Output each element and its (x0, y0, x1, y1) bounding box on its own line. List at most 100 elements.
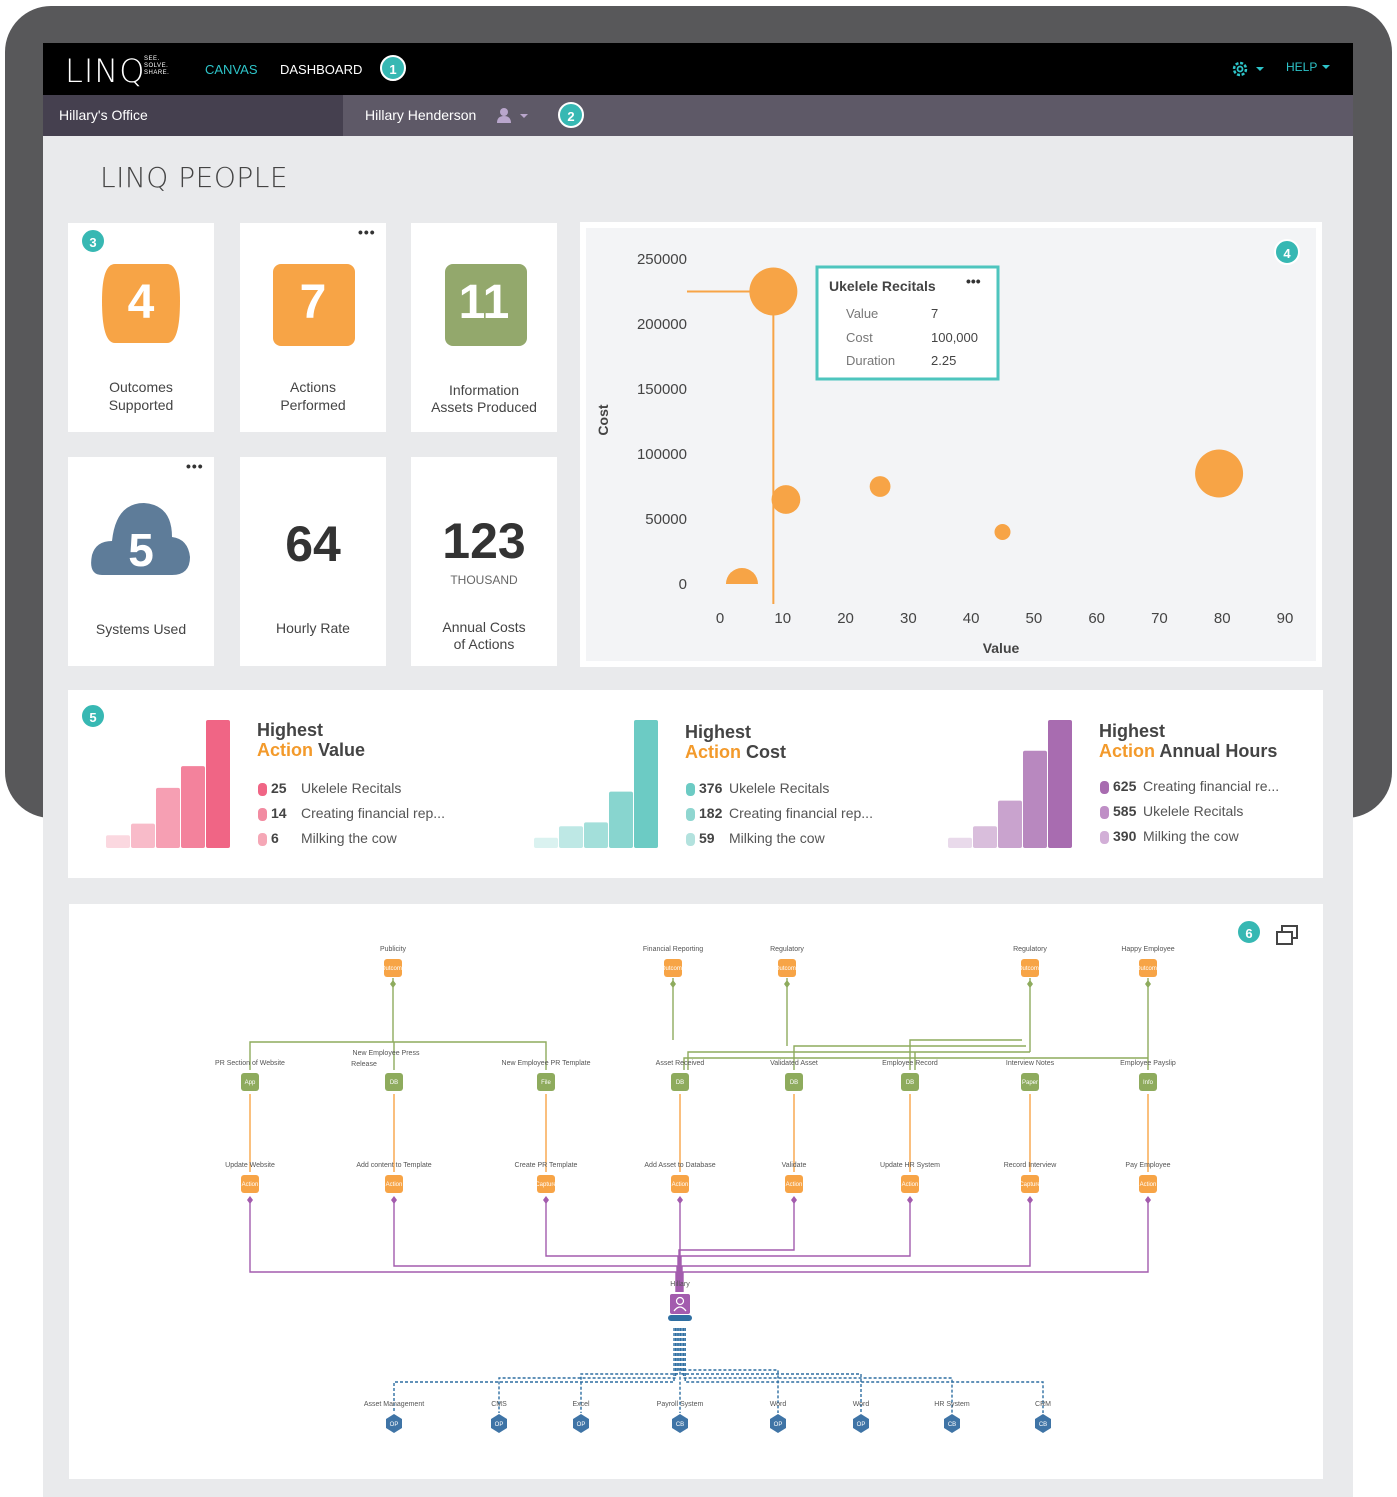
asset-label: Employee Record (882, 1060, 938, 1067)
outcome-node-tag: Outcome (1136, 966, 1161, 972)
data-bubble (869, 476, 891, 497)
kpi-card-systems[interactable]: ••• 5 Systems Used (68, 457, 214, 666)
highest-value-item-1[interactable]: 25 Ukelele Recitals (258, 778, 401, 798)
y-axis-label: Cost (595, 404, 611, 435)
callout-badge-4: 4 (1274, 239, 1300, 265)
connector-diamond (677, 1196, 683, 1204)
item-number: 25 (271, 780, 287, 796)
system-label: HR System (934, 1401, 970, 1408)
y-tick-label: 200000 (637, 316, 687, 333)
asset-label: New Employee Press (353, 1050, 420, 1057)
connector-diamond (670, 980, 676, 988)
data-bubble (771, 485, 801, 514)
outcome-node-tag: Outcome (775, 966, 800, 972)
more-options-icon[interactable]: ••• (186, 458, 204, 474)
action-node-tag: Action (786, 1182, 803, 1188)
highest-hours-item-3[interactable]: 390 Milking the cow (1100, 826, 1239, 846)
nav-canvas-link[interactable]: CANVAS (205, 62, 258, 77)
kpi-actions-label-1: Actions (290, 379, 336, 395)
settings-menu[interactable] (1230, 58, 1268, 85)
y-tick-label: 100000 (637, 446, 687, 463)
x-tick-label: 90 (1277, 610, 1294, 627)
connector-line (393, 1328, 675, 1413)
highest-cost-item-3[interactable]: 59 Milking the cow (686, 828, 825, 848)
kpi-card-outcomes[interactable]: 3 4 Outcomes Supported (68, 223, 214, 432)
outcome-label: Financial Reporting (643, 946, 703, 953)
kpi-card-annual-costs[interactable]: 123 THOUSAND Annual Costs of Actions (411, 457, 557, 666)
legend-swatch (1100, 805, 1109, 819)
highest-hours-item-1[interactable]: 625 Creating financial re... (1100, 776, 1279, 796)
highest-value-item-2[interactable]: 14 Creating financial rep... (258, 803, 445, 823)
asset-label: Interview Notes (1006, 1060, 1055, 1067)
action-node-tag: Capture (1019, 1182, 1041, 1188)
item-number: 6 (271, 830, 279, 846)
asset-label: PR Section of Website (215, 1060, 285, 1067)
connector-diamond (1145, 980, 1151, 988)
system-label: Asset Management (364, 1401, 424, 1408)
data-bubble (749, 267, 798, 316)
asset-node-tag: DB (790, 1080, 798, 1086)
highlight-bar (609, 791, 633, 848)
highest-value-bar-chart (106, 720, 230, 848)
connector-line (682, 1198, 1149, 1292)
highlight-bar (559, 826, 583, 848)
system-label: CRM (1035, 1401, 1051, 1408)
kpi-info-assets-label-2: Assets Produced (431, 399, 537, 415)
linq-logo[interactable]: LINQ (65, 52, 145, 90)
kpi-actions-value: 7 (299, 276, 327, 329)
help-menu[interactable]: HELP (1286, 60, 1332, 74)
nav-dashboard-link[interactable]: DASHBOARD (280, 62, 362, 77)
highest-hours-title: Highest Action Annual Hours (1099, 721, 1277, 761)
action-node-tag: Action (386, 1182, 403, 1188)
highlight-bar (131, 823, 155, 848)
callout-badge-6: 6 (1236, 919, 1262, 945)
linq-flow-diagram[interactable]: Publicity Outcome Financial Reporting Outco… (69, 904, 1323, 1479)
tooltip-more-icon[interactable]: ••• (966, 273, 981, 289)
item-text: Creating financial rep... (301, 805, 445, 821)
x-tick-label: 20 (837, 610, 854, 627)
outcome-label: Regulatory (770, 946, 804, 953)
kpi-outcomes-label-1: Outcomes (109, 379, 173, 395)
system-node-tag: CB (948, 1422, 956, 1428)
asset-label: Validated Asset (770, 1060, 818, 1067)
y-tick-label: 150000 (637, 381, 687, 398)
highest-hours-item-2[interactable]: 585 Ukelele Recitals (1100, 801, 1243, 821)
y-tick-label: 0 (679, 576, 687, 593)
highest-cost-item-2[interactable]: 182 Creating financial rep... (686, 803, 873, 823)
highest-cost-metric: Cost (746, 742, 787, 762)
outcome-label: Happy Employee (1121, 946, 1174, 953)
kpi-card-hourly-rate[interactable]: 64 Hourly Rate (240, 457, 386, 666)
system-label: CMS (491, 1401, 507, 1408)
action-label: Add Asset to Database (644, 1162, 715, 1169)
x-tick-label: 0 (716, 610, 724, 627)
connector-diamond (390, 980, 396, 988)
y-tick-label: 50000 (645, 511, 687, 528)
legend-swatch (1100, 830, 1109, 844)
x-tick-label: 30 (900, 610, 917, 627)
user-menu[interactable]: Hillary Henderson (365, 95, 538, 136)
item-text: Milking the cow (1143, 828, 1239, 844)
x-tick-label: 10 (774, 610, 791, 627)
tagline-share: SHARE. (144, 70, 170, 76)
highlight-bar (948, 837, 972, 848)
highlight-bar (206, 720, 230, 848)
bubble-chart[interactable]: 0 50000 100000 150000 200000 250000 0 10 20 30 40… (580, 222, 1322, 667)
item-text: Creating financial re... (1143, 778, 1280, 794)
highlights-card: 5 Highest Action Value 25 Ukelele Recital… (68, 690, 1323, 878)
kpi-card-information-assets[interactable]: 11 Information Assets Produced (411, 223, 557, 432)
expand-window-icon[interactable] (1275, 924, 1301, 946)
system-label: Payroll System (657, 1401, 704, 1408)
more-options-icon[interactable]: ••• (358, 224, 376, 240)
office-selector[interactable]: Hillary's Office (43, 95, 343, 136)
highest-value-item-3[interactable]: 6 Milking the cow (258, 828, 397, 848)
gear-icon (1232, 61, 1264, 77)
kpi-card-actions[interactable]: ••• 7 Actions Performed (240, 223, 386, 432)
kpi-hourly-value: 64 (285, 516, 341, 572)
highest-cost-item-1[interactable]: 376 Ukelele Recitals (686, 778, 829, 798)
highlight-bar (584, 822, 608, 848)
connector-diamond (247, 1196, 253, 1204)
asset-node-tag: DB (906, 1080, 914, 1086)
outcome-label: Regulatory (1013, 946, 1047, 953)
kpi-actions-label-2: Performed (280, 397, 346, 413)
data-bubble (994, 524, 1011, 540)
